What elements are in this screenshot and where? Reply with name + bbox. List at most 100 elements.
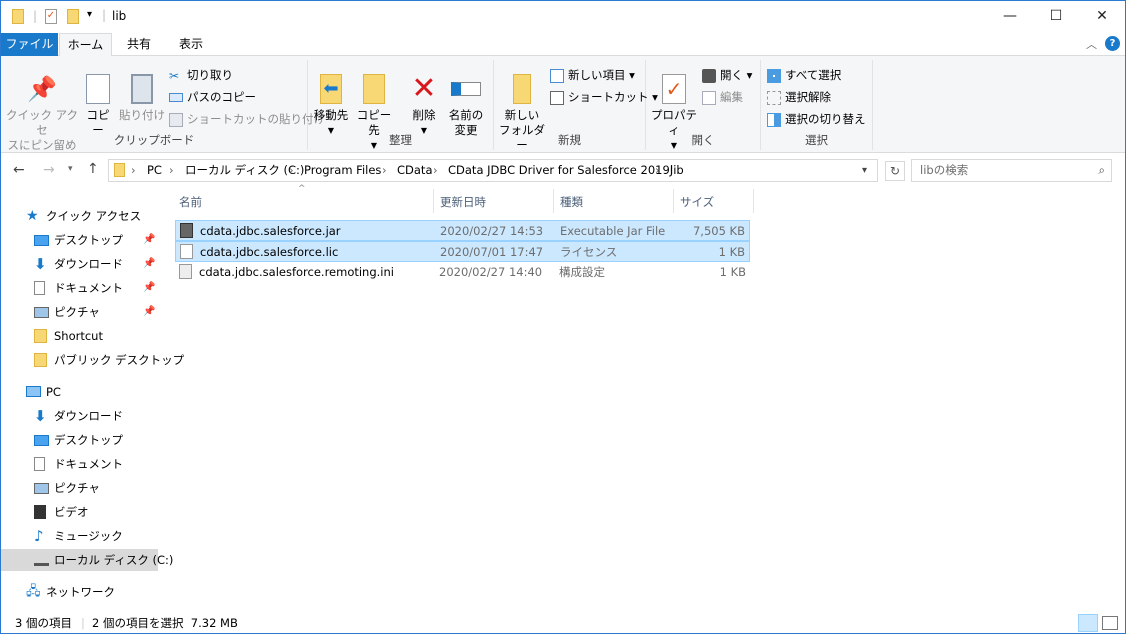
sidebar-item-download[interactable]: ⬇ ダウンロード (1, 405, 158, 427)
search-input[interactable]: libの検索 ⌕ (911, 159, 1112, 182)
sidebar-item-picture[interactable]: ピクチャ 📌 (1, 301, 158, 323)
paste-shortcut-button[interactable]: ショートカットの貼り付け (169, 109, 325, 129)
label: 新しい項目 ▾ (568, 68, 635, 82)
chevron-icon[interactable]: › (382, 160, 387, 181)
details-view-button[interactable] (1078, 614, 1098, 632)
sidebar-item-music[interactable]: ♪ ミュージック (1, 525, 158, 547)
tab-home[interactable]: ホーム (59, 33, 112, 57)
customize-qat-icon[interactable]: ▾ (87, 9, 92, 20)
column-header-name[interactable]: 名前 (179, 191, 202, 213)
chevron-icon[interactable]: › (169, 160, 174, 181)
sidebar-item-label: ビデオ (54, 505, 89, 519)
breadcrumb-driver[interactable]: CData JDBC Driver for Salesforce 2019J (448, 160, 673, 181)
pin-icon: 📌 (27, 75, 57, 103)
pc-icon (26, 386, 41, 397)
column-header-size[interactable]: サイズ (680, 191, 714, 213)
invert-selection-button[interactable]: 選択の切り替え (767, 109, 866, 129)
column-header-type[interactable]: 種類 (560, 191, 583, 213)
label: すべて選択 (785, 68, 842, 82)
pin-icon[interactable]: 📌 (143, 301, 155, 323)
sidebar-item-document[interactable]: ドキュメント 📌 (1, 277, 158, 299)
folder-icon (34, 353, 47, 367)
delete-button[interactable]: ✕ 削除 ▼ (406, 68, 442, 138)
sidebar-item-star[interactable]: ★ クイック アクセス (1, 205, 158, 227)
chevron-icon[interactable]: › (655, 160, 660, 181)
pin-icon[interactable]: 📌 (143, 253, 155, 275)
breadcrumb-cdata[interactable]: CData (397, 160, 433, 181)
breadcrumb-pc[interactable]: PC (147, 160, 162, 181)
rename-button[interactable]: 名前の 変更 (446, 68, 486, 138)
divider: | (102, 8, 107, 22)
large-icons-view-button[interactable] (1102, 616, 1118, 630)
back-button[interactable]: ← (13, 162, 25, 178)
maximize-button[interactable]: ☐ (1033, 1, 1079, 31)
sidebar-item-network[interactable]: 🖧 ネットワーク (1, 581, 158, 603)
file-row[interactable]: cdata.jdbc.salesforce.remoting.ini 2020/… (175, 262, 750, 283)
tab-file[interactable]: ファイル (1, 33, 58, 56)
organize-group: ⬅ 移動先 ▼ コピー先 ▼ ✕ 削除 ▼ 名前の 変更 整理 (308, 60, 494, 150)
move-to-button[interactable]: ⬅ 移動先 ▼ (312, 68, 350, 138)
tab-share[interactable]: 共有 (115, 33, 163, 56)
recent-locations-icon[interactable]: ▾ (68, 164, 73, 174)
copy-path-button[interactable]: パスのコピー (169, 87, 256, 107)
breadcrumb-program-files[interactable]: Program Files (304, 160, 381, 181)
forward-button[interactable]: → (43, 162, 55, 178)
sidebar-item-desktop[interactable]: デスクトップ (1, 429, 158, 451)
cut-button[interactable]: ✂ 切り取り (169, 65, 233, 85)
properties-quick-icon[interactable]: ✓ (45, 9, 57, 24)
column-divider[interactable] (753, 189, 754, 213)
sidebar-item-label: Shortcut (54, 329, 103, 343)
file-row[interactable]: cdata.jdbc.salesforce.jar 2020/02/27 14:… (175, 220, 750, 241)
file-date: 2020/07/01 17:47 (440, 245, 544, 259)
paste-button[interactable]: 貼り付け (119, 68, 165, 123)
properties-icon: ✓ (662, 74, 686, 104)
sidebar-item-desktop[interactable]: デスクトップ 📌 (1, 229, 158, 251)
address-bar[interactable]: › PC › ローカル ディスク (C:) › Program Files › … (108, 159, 878, 182)
label: 移動先 (313, 108, 349, 122)
address-dropdown-icon[interactable]: ▾ (862, 160, 867, 181)
close-button[interactable]: ✕ (1079, 1, 1125, 31)
chevron-icon[interactable]: › (131, 160, 136, 181)
sidebar-item-document[interactable]: ドキュメント (1, 453, 158, 475)
breadcrumb-lib[interactable]: lib (670, 160, 684, 181)
pin-icon[interactable]: 📌 (143, 229, 155, 251)
up-button[interactable]: ↑ (87, 161, 99, 177)
select-all-button[interactable]: すべて選択 (767, 65, 841, 85)
chevron-icon[interactable]: › (289, 160, 294, 181)
copy-folder-icon (363, 74, 385, 104)
copy-button[interactable]: コピー (81, 68, 115, 138)
column-divider[interactable] (673, 189, 674, 213)
new-folder-quick-icon[interactable] (67, 9, 79, 24)
file-row[interactable]: cdata.jdbc.salesforce.lic 2020/07/01 17:… (175, 241, 750, 262)
column-header-date[interactable]: 更新日時 (440, 191, 486, 213)
sidebar-item-video[interactable]: ビデオ (1, 501, 158, 523)
sidebar-item-label: ドキュメント (54, 457, 123, 471)
sidebar-item-drive[interactable]: ローカル ディスク (C:) (1, 549, 173, 571)
column-divider[interactable] (433, 189, 434, 213)
edit-button[interactable]: 編集 (702, 87, 743, 107)
sidebar-item-folder[interactable]: Shortcut (1, 325, 158, 347)
group-label: 選択 (805, 133, 828, 147)
sidebar-item-picture[interactable]: ピクチャ (1, 477, 158, 499)
file-size: 7,505 KB (692, 224, 745, 238)
refresh-button[interactable]: ↻ (885, 161, 905, 181)
new-item-button[interactable]: 新しい項目 ▾ (550, 65, 635, 85)
sidebar-item-download[interactable]: ⬇ ダウンロード 📌 (1, 253, 158, 275)
sidebar-item-folder[interactable]: パブリック デスクトップ (1, 349, 184, 371)
select-none-button[interactable]: 選択解除 (767, 87, 831, 107)
tab-view[interactable]: 表示 (167, 33, 215, 56)
ribbon: 📌 クイック アクセ スにピン留め コピー 貼り付け ✂ 切り取り パスのコピー シ… (1, 56, 1125, 153)
file-name: cdata.jdbc.salesforce.remoting.ini (199, 265, 394, 279)
column-divider[interactable] (553, 189, 554, 213)
sidebar-item-pc[interactable]: PC (1, 381, 158, 403)
easy-access-button[interactable]: ショートカット ▾ (550, 87, 658, 107)
divider: | (81, 616, 85, 630)
chevron-icon[interactable]: › (433, 160, 438, 181)
minimize-button[interactable]: — (987, 1, 1033, 31)
breadcrumb-c-drive[interactable]: ローカル ディスク (C:) (185, 160, 304, 181)
pin-icon[interactable]: 📌 (143, 277, 155, 299)
collapse-ribbon-icon[interactable]: ︿ (1086, 36, 1097, 52)
open-button[interactable]: 開く ▾ (702, 65, 752, 85)
help-icon[interactable]: ? (1105, 36, 1120, 51)
file-type: Executable Jar File (560, 224, 666, 238)
